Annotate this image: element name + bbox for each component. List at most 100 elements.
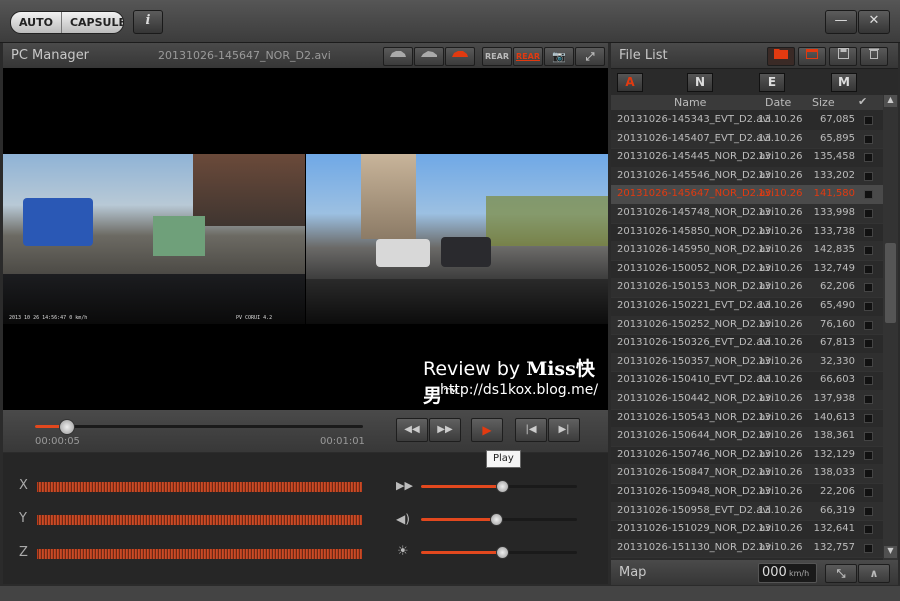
file-list-scrollbar[interactable]: ▲ ▼ [883,95,898,560]
video-viewport[interactable]: 2013 10 26 14:56:47 0 km/h PV CORUI 4.2 … [3,68,608,410]
car-side-icon [421,51,437,57]
rear-camera-button[interactable]: REAR [482,47,512,66]
file-row[interactable]: 20131026-150357_NOR_D2.avi 13.10.26 32,330 [611,352,883,373]
file-row[interactable]: 20131026-150847_NOR_D2.avi 13.10.26 138,03… [611,464,883,484]
mode-auto-button[interactable]: AUTO [11,12,61,33]
file-checkbox[interactable] [864,246,873,256]
save-button[interactable] [829,47,857,66]
file-checkbox[interactable] [864,227,873,237]
file-row[interactable]: 20131026-145647_NOR_D2.avi 13.10.26 141,58… [611,185,883,205]
rewind-button[interactable]: ◀◀ [396,418,428,442]
file-checkbox[interactable] [864,376,873,386]
column-check[interactable]: ✔ [858,95,867,108]
file-row[interactable]: 20131026-151130_NOR_D2.avi 13.10.26 132,75… [611,538,883,559]
seek-handle[interactable] [59,419,75,435]
file-row[interactable]: 20131026-150252_NOR_D2.avi 13.10.26 76,160 [611,315,883,336]
file-checkbox[interactable] [864,395,873,404]
filter-event-tab[interactable]: E [759,73,785,92]
play-tooltip: Play [486,450,521,468]
speed-fill [421,485,503,488]
file-row[interactable]: 20131026-145748_NOR_D2.avi 13.10.26 133,99… [611,204,883,224]
file-checkbox[interactable] [864,432,873,442]
close-button[interactable]: ✕ [858,10,890,34]
file-size: 135,458 [813,151,855,163]
file-checkbox[interactable] [864,283,873,293]
mode-capsule-button[interactable]: CAPSULE [60,12,123,33]
file-checkbox[interactable] [864,134,873,144]
play-button[interactable]: ▶ [471,418,503,442]
file-row[interactable]: 20131026-150153_NOR_D2.avi 13.10.26 62,206 [611,278,883,298]
file-row[interactable]: 20131026-150052_NOR_D2.avi 13.10.26 132,74… [611,260,883,280]
file-date: 13.10.26 [758,411,803,423]
map-collapse-button[interactable]: ∧ [858,564,890,583]
volume-handle[interactable] [489,513,503,526]
column-date[interactable]: Date [765,96,791,109]
filter-normal-tab[interactable]: N [687,73,713,92]
filter-manual-tab[interactable]: M [831,73,857,92]
file-row[interactable]: 20131026-145343_EVT_D2.avi 13.10.26 67,085 [611,111,883,131]
file-row[interactable]: 20131026-145950_NOR_D2.avi 13.10.26 142,83… [611,241,883,261]
delete-button[interactable] [860,47,888,66]
file-row[interactable]: 20131026-145407_EVT_D2.avi 13.10.26 65,895 [611,129,883,150]
file-row[interactable]: 20131026-150746_NOR_D2.avi 13.10.26 132,12… [611,446,883,466]
map-expand-button[interactable]: ⤡ [825,564,857,583]
next-file-button[interactable]: ▶| [548,418,580,442]
column-size[interactable]: Size [812,96,835,109]
file-checkbox[interactable] [864,506,873,516]
filter-all-tab[interactable]: A [617,73,643,92]
column-name[interactable]: Name [674,96,706,109]
file-row[interactable]: 20131026-151029_NOR_D2.avi 13.10.26 132,64… [611,520,883,540]
file-checkbox[interactable] [864,209,873,218]
car-side-view-button[interactable] [414,47,444,66]
file-checkbox[interactable] [864,543,873,553]
file-row[interactable]: 20131026-150958_EVT_D2.avi 13.10.26 66,319 [611,501,883,522]
brightness-handle[interactable] [496,546,510,559]
file-checkbox[interactable] [864,302,873,311]
file-checkbox[interactable] [864,357,873,367]
snapshot-button[interactable]: 📷 [544,47,574,66]
scroll-thumb[interactable] [885,243,896,323]
file-checkbox[interactable] [864,413,873,423]
file-row[interactable]: 20131026-150326_EVT_D2.avi 13.10.26 67,813 [611,334,883,354]
file-checkbox[interactable] [864,488,873,497]
rear-camera-active-button[interactable]: REAR [513,47,543,66]
previous-file-button[interactable]: |◀ [515,418,547,442]
file-checkbox[interactable] [864,469,873,479]
file-row[interactable]: 20131026-150221_EVT_D2.avi 13.10.26 65,490 [611,297,883,317]
car-front-view-button[interactable] [383,47,413,66]
file-checkbox[interactable] [864,525,873,535]
file-checkbox[interactable] [864,171,873,181]
scroll-up-icon[interactable]: ▲ [884,95,897,107]
fullscreen-button[interactable]: ⤢ [575,47,605,66]
scroll-down-icon[interactable]: ▼ [884,546,897,558]
file-row[interactable]: 20131026-150543_NOR_D2.avi 13.10.26 140,61… [611,409,883,429]
file-name: 20131026-145407_EVT_D2.avi [617,132,772,144]
file-row[interactable]: 20131026-150442_NOR_D2.avi 13.10.26 137,93… [611,390,883,410]
file-row[interactable]: 20131026-150644_NOR_D2.avi 13.10.26 138,36… [611,427,883,447]
fast-forward-button[interactable]: ▶▶ [429,418,461,442]
file-row[interactable]: 20131026-145850_NOR_D2.avi 13.10.26 133,73… [611,223,883,243]
folder-button[interactable] [767,47,795,66]
seek-bar[interactable] [35,425,363,428]
y-axis-waveform [37,515,362,525]
minimize-button[interactable]: — [825,10,857,34]
file-row[interactable]: 20131026-145445_NOR_D2.avi 13.10.26 135,45… [611,148,883,168]
file-date: 13.10.26 [758,225,803,237]
file-row[interactable]: 20131026-150410_EVT_D2.avi 13.10.26 66,603 [611,371,883,391]
file-checkbox[interactable] [864,116,873,125]
mode-toggle[interactable]: AUTO CAPSULE [10,11,124,34]
calendar-button[interactable] [798,47,826,66]
rear-camera-image: PV CORUI 4.2 [236,154,608,324]
file-checkbox[interactable] [864,264,873,274]
file-row[interactable]: 20131026-145546_NOR_D2.avi 13.10.26 133,20… [611,166,883,187]
file-checkbox[interactable] [864,320,873,330]
speed-handle[interactable] [496,480,510,493]
file-checkbox[interactable] [864,339,873,349]
file-checkbox[interactable] [864,153,873,163]
file-row[interactable]: 20131026-150948_NOR_D2.avi 13.10.26 22,206 [611,483,883,503]
car-rear-view-button[interactable] [445,47,475,66]
file-checkbox[interactable] [864,450,873,460]
file-checkbox[interactable] [864,190,873,200]
info-button[interactable]: i [133,10,163,34]
file-size: 132,757 [813,541,855,553]
